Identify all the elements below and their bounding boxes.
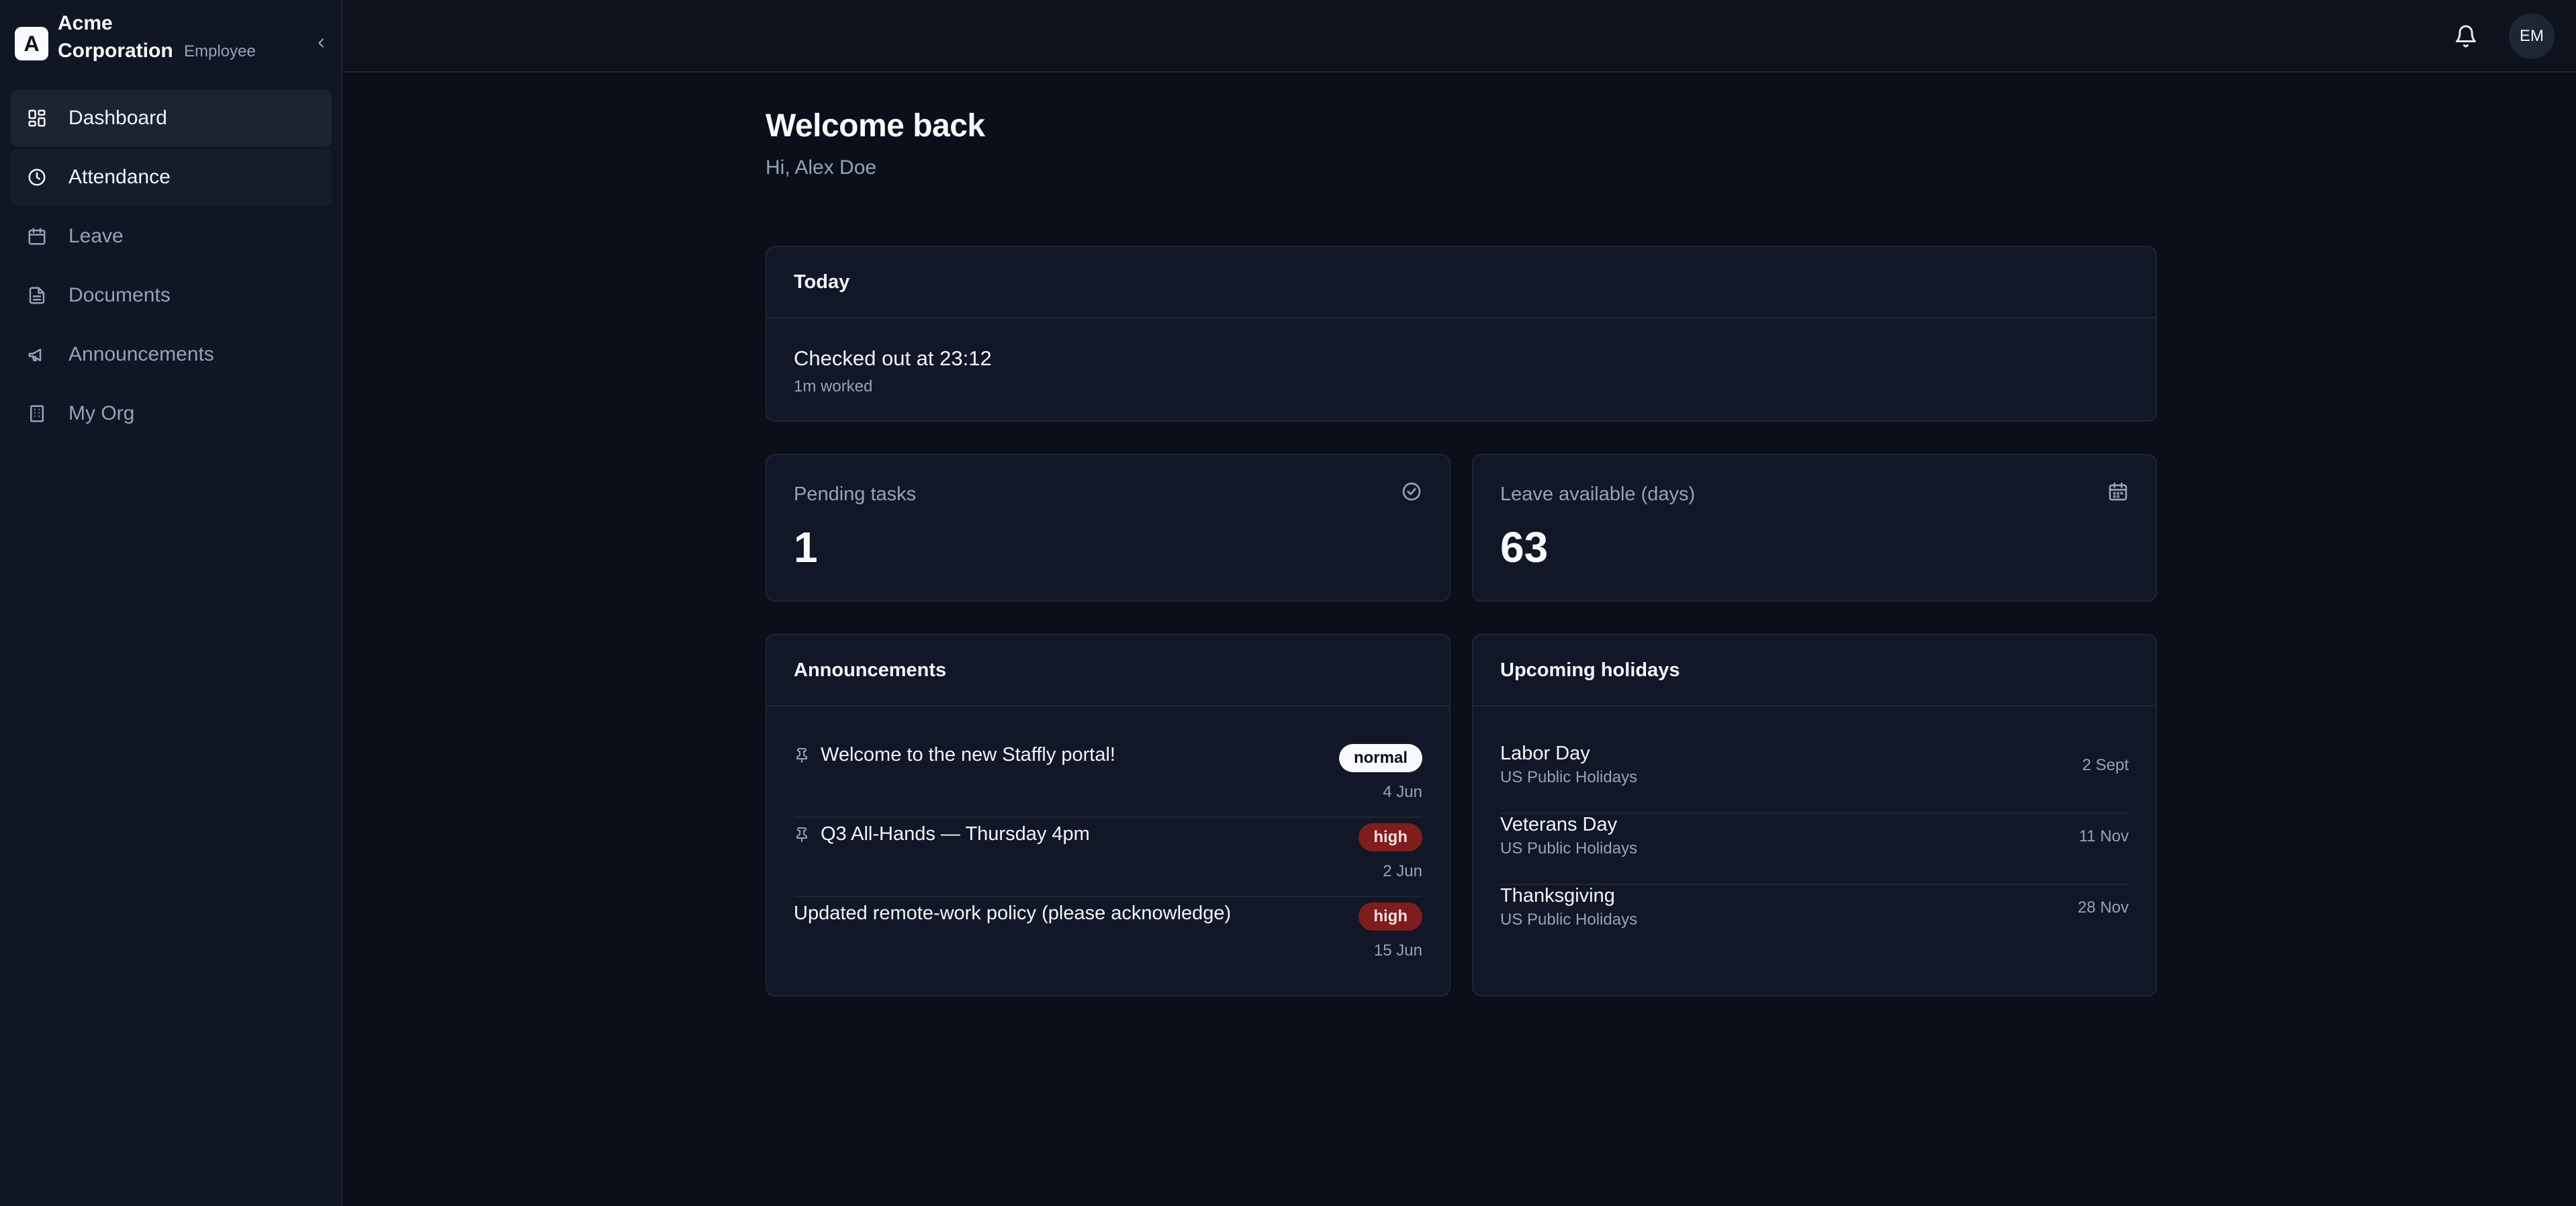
announcement-item[interactable]: Q3 All-Hands — Thursday 4pm high 2 Jun: [794, 818, 1422, 897]
sidebar-item-leave[interactable]: Leave: [11, 208, 332, 265]
holiday-item: Thanksgiving US Public Holidays 28 Nov: [1500, 885, 2129, 956]
greeting-text: Hi, Alex Doe: [766, 156, 877, 179]
holiday-name: Labor Day: [1500, 743, 1590, 764]
holiday-name: Thanksgiving: [1500, 885, 1615, 907]
stat-value: 63: [1500, 523, 1549, 571]
holiday-item: Labor Day US Public Holidays 2 Sept: [1500, 743, 2129, 814]
announcement-item[interactable]: Updated remote-work policy (please ackno…: [794, 897, 1422, 976]
holiday-calendar: US Public Holidays: [1500, 768, 1638, 786]
sidebar: A Acme Corporation Employee Dashboard At…: [0, 0, 342, 1206]
holiday-calendar: US Public Holidays: [1500, 839, 1638, 857]
company-name: Acme Corporation: [58, 12, 173, 62]
brand-logo: A: [15, 27, 48, 60]
pin-icon: [794, 826, 811, 843]
holiday-name: Veterans Day: [1500, 814, 1618, 835]
priority-badge: high: [1359, 823, 1422, 851]
pin-icon: [794, 747, 811, 764]
clock-icon: [26, 166, 48, 189]
announcement-title: Updated remote-work policy (please ackno…: [794, 902, 1232, 924]
announcement-date: 15 Jun: [1373, 941, 1422, 960]
calendar-icon: [2106, 479, 2130, 504]
card-title: Upcoming holidays: [1473, 635, 2156, 706]
pending-tasks-card[interactable]: Pending tasks 1: [766, 454, 1451, 602]
role-label: Employee: [184, 42, 256, 60]
holidays-list: Labor Day US Public Holidays 2 Sept Vete…: [1473, 706, 2156, 956]
announcement-item[interactable]: Welcome to the new Staffly portal! norma…: [794, 739, 1422, 818]
document-icon: [26, 284, 48, 307]
sidebar-item-label: Leave: [68, 225, 124, 247]
sidebar-item-label: Dashboard: [68, 107, 167, 129]
sidebar-item-label: My Org: [68, 402, 135, 424]
announcements-list: Welcome to the new Staffly portal! norma…: [767, 706, 1449, 976]
time-worked: 1m worked: [794, 377, 873, 396]
priority-badge: high: [1359, 902, 1422, 931]
sidebar-item-announcements[interactable]: Announcements: [11, 326, 332, 383]
notifications-button[interactable]: [2451, 21, 2481, 51]
leave-available-card[interactable]: Leave available (days) 63: [1472, 454, 2157, 602]
stat-label: Pending tasks: [794, 483, 917, 505]
chevron-left-icon: [318, 38, 324, 48]
attendance-status: Checked out at 23:12: [794, 346, 992, 370]
app-root: A Acme Corporation Employee Dashboard At…: [0, 0, 2576, 1206]
stat-value: 1: [794, 523, 818, 571]
sidebar-item-attendance[interactable]: Attendance: [11, 149, 332, 205]
announcement-date: 4 Jun: [1383, 783, 1422, 801]
holiday-date: 28 Nov: [2077, 898, 2129, 917]
sidebar-item-my-org[interactable]: My Org: [11, 385, 332, 442]
holiday-date: 11 Nov: [2078, 827, 2129, 845]
holiday-item: Veterans Day US Public Holidays 11 Nov: [1500, 814, 2129, 885]
sidebar-nav: Dashboard Attendance Leave Documents Ann…: [11, 90, 332, 445]
page-header: Welcome back Hi, Alex Doe: [766, 107, 2157, 179]
collapse-sidebar-button[interactable]: [308, 30, 334, 56]
sidebar-item-documents[interactable]: Documents: [11, 267, 332, 324]
announcements-card: Announcements Welcome to the new Staffly…: [766, 634, 1451, 996]
holiday-date: 2 Sept: [2082, 756, 2129, 774]
announcement-title: Q3 All-Hands — Thursday 4pm: [821, 823, 1090, 845]
stat-label: Leave available (days): [1500, 483, 1696, 505]
megaphone-icon: [26, 343, 48, 366]
sidebar-item-label: Announcements: [68, 343, 214, 365]
sidebar-item-dashboard[interactable]: Dashboard: [11, 90, 332, 146]
sidebar-item-label: Documents: [68, 284, 171, 306]
card-title: Today: [767, 247, 2156, 318]
announcement-title: Welcome to the new Staffly portal!: [821, 744, 1115, 766]
announcement-date: 2 Jun: [1383, 862, 1422, 880]
user-avatar[interactable]: EM: [2509, 13, 2555, 59]
top-bar: EM: [342, 0, 2576, 73]
building-icon: [26, 402, 48, 425]
sidebar-item-label: Attendance: [68, 166, 171, 188]
bell-icon: [2456, 25, 2476, 48]
today-card: Today Checked out at 23:12 1m worked: [766, 246, 2157, 422]
page-title: Welcome back: [766, 108, 985, 144]
card-title: Announcements: [767, 635, 1449, 706]
dashboard-icon: [26, 107, 48, 130]
holiday-calendar: US Public Holidays: [1500, 911, 1638, 929]
calendar-icon: [26, 225, 48, 248]
upcoming-holidays-card: Upcoming holidays Labor Day US Public Ho…: [1472, 634, 2157, 996]
brand: A Acme Corporation Employee: [15, 9, 330, 63]
check-circle-icon: [1399, 479, 1424, 504]
priority-badge: normal: [1338, 744, 1422, 772]
